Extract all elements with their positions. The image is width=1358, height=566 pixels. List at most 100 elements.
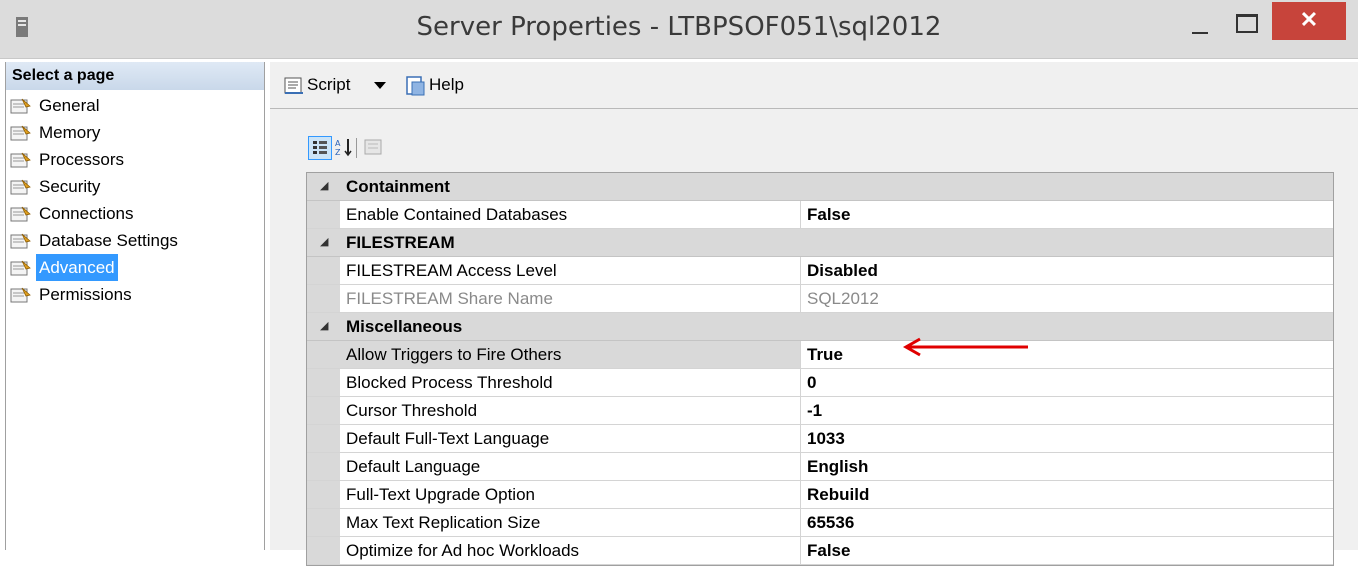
title-bar: Server Properties - LTBPSOF051\sql2012 ✕: [0, 0, 1358, 59]
row-gutter: [307, 397, 340, 424]
property-value[interactable]: Rebuild: [807, 481, 869, 508]
property-value[interactable]: Disabled: [807, 257, 878, 284]
property-value[interactable]: 65536: [807, 509, 854, 536]
property-row[interactable]: Enable Contained Databases False: [307, 201, 1333, 229]
property-grid-toolbar: A Z: [308, 136, 448, 162]
sidebar-item-label: Permissions: [39, 285, 132, 304]
column-divider: [800, 201, 801, 228]
script-button[interactable]: Script: [284, 72, 350, 98]
help-button[interactable]: Help: [406, 72, 464, 98]
row-gutter: [307, 257, 340, 284]
property-value[interactable]: 1033: [807, 425, 845, 452]
column-divider: [800, 481, 801, 508]
property-row[interactable]: Default Full-Text Language 1033: [307, 425, 1333, 453]
alphabetical-button[interactable]: A Z: [333, 136, 355, 158]
property-value[interactable]: -1: [807, 397, 822, 424]
sidebar-item-security[interactable]: Security: [6, 173, 264, 200]
row-gutter: [307, 369, 340, 396]
column-divider: [800, 509, 801, 536]
property-name: Default Language: [346, 457, 481, 476]
property-pages-icon: [364, 139, 382, 155]
property-name: Allow Triggers to Fire Others: [346, 345, 562, 364]
sidebar-item-memory[interactable]: Memory: [6, 119, 264, 146]
sidebar-item-label: Security: [39, 177, 101, 196]
help-label: Help: [429, 75, 464, 94]
row-gutter: [307, 425, 340, 452]
property-value[interactable]: SQL2012: [807, 285, 879, 312]
sidebar-item-processors[interactable]: Processors: [6, 146, 264, 173]
help-icon: [406, 75, 425, 96]
property-grid: ◢ Containment Enable Contained Databases Fa…: [306, 172, 1334, 566]
property-page-icon: [10, 179, 31, 195]
property-pages-button[interactable]: [362, 136, 384, 158]
toolbar: Script Help: [270, 62, 1358, 109]
column-divider: [800, 285, 801, 312]
property-name: Default Full-Text Language: [346, 429, 550, 448]
row-gutter: [307, 453, 340, 480]
column-divider: [800, 257, 801, 284]
svg-text:Z: Z: [335, 148, 341, 157]
property-value[interactable]: True: [807, 341, 843, 368]
svg-text:A: A: [335, 139, 341, 148]
row-gutter: [307, 509, 340, 536]
property-row[interactable]: Default Language English: [307, 453, 1333, 481]
sidebar-item-advanced[interactable]: Advanced: [6, 254, 264, 281]
script-dropdown-arrow-icon[interactable]: [374, 82, 386, 89]
property-row[interactable]: Allow Triggers to Fire Others True: [307, 341, 1333, 369]
page-selector-pane: Select a page General Memory Processors Sec…: [5, 62, 265, 550]
property-row[interactable]: FILESTREAM Access Level Disabled: [307, 257, 1333, 285]
sidebar-item-label: Database Settings: [39, 231, 178, 250]
category-label: Miscellaneous: [346, 317, 463, 336]
property-row[interactable]: Optimize for Ad hoc Workloads False: [307, 537, 1333, 565]
minimize-button[interactable]: [1178, 8, 1222, 40]
property-name: FILESTREAM Share Name: [346, 289, 553, 308]
column-divider: [800, 537, 801, 564]
property-page-icon: [10, 206, 31, 222]
sidebar-item-permissions[interactable]: Permissions: [6, 281, 264, 308]
category-label: Containment: [346, 177, 450, 196]
category-label: FILESTREAM: [346, 233, 455, 252]
sidebar-item-connections[interactable]: Connections: [6, 200, 264, 227]
property-row[interactable]: Blocked Process Threshold 0: [307, 369, 1333, 397]
property-value[interactable]: False: [807, 201, 850, 228]
close-button[interactable]: ✕: [1272, 2, 1346, 40]
property-value[interactable]: False: [807, 537, 850, 564]
property-page-icon: [10, 98, 31, 114]
maximize-button[interactable]: [1224, 8, 1268, 40]
property-page-icon: [10, 152, 31, 168]
property-name: Full-Text Upgrade Option: [346, 485, 535, 504]
property-value[interactable]: English: [807, 453, 868, 480]
category-row[interactable]: ◢ FILESTREAM: [307, 229, 1333, 257]
property-row[interactable]: FILESTREAM Share Name SQL2012: [307, 285, 1333, 313]
row-gutter: [307, 341, 340, 368]
sidebar-item-general[interactable]: General: [6, 92, 264, 119]
property-value[interactable]: 0: [807, 369, 816, 396]
property-page-icon: [10, 233, 31, 249]
property-name: Cursor Threshold: [346, 401, 478, 420]
column-divider: [800, 453, 801, 480]
collapse-triangle-icon[interactable]: ◢: [320, 313, 328, 340]
property-row[interactable]: Cursor Threshold -1: [307, 397, 1333, 425]
script-icon: [284, 77, 303, 94]
column-divider: [800, 397, 801, 424]
property-name: Enable Contained Databases: [346, 205, 568, 224]
property-row[interactable]: Full-Text Upgrade Option Rebuild: [307, 481, 1333, 509]
column-divider: [800, 341, 801, 368]
property-page-icon: [10, 125, 31, 141]
sort-az-icon: A Z: [335, 139, 352, 157]
collapse-triangle-icon[interactable]: ◢: [320, 229, 328, 256]
sidebar-item-database-settings[interactable]: Database Settings: [6, 227, 264, 254]
category-row[interactable]: ◢ Miscellaneous: [307, 313, 1333, 341]
property-row[interactable]: Max Text Replication Size 65536: [307, 509, 1333, 537]
close-icon: ✕: [1299, 7, 1319, 32]
annotation-arrow-icon: [902, 337, 1028, 357]
category-row[interactable]: ◢ Containment: [307, 173, 1333, 201]
collapse-triangle-icon[interactable]: ◢: [320, 173, 328, 200]
property-name: Max Text Replication Size: [346, 513, 541, 532]
window-title: Server Properties - LTBPSOF051\sql2012: [416, 12, 942, 42]
row-gutter: [307, 201, 340, 228]
column-divider: [800, 369, 801, 396]
property-name: Blocked Process Threshold: [346, 373, 553, 392]
sidebar-item-label: Processors: [39, 150, 125, 169]
categorized-button[interactable]: [308, 136, 332, 160]
